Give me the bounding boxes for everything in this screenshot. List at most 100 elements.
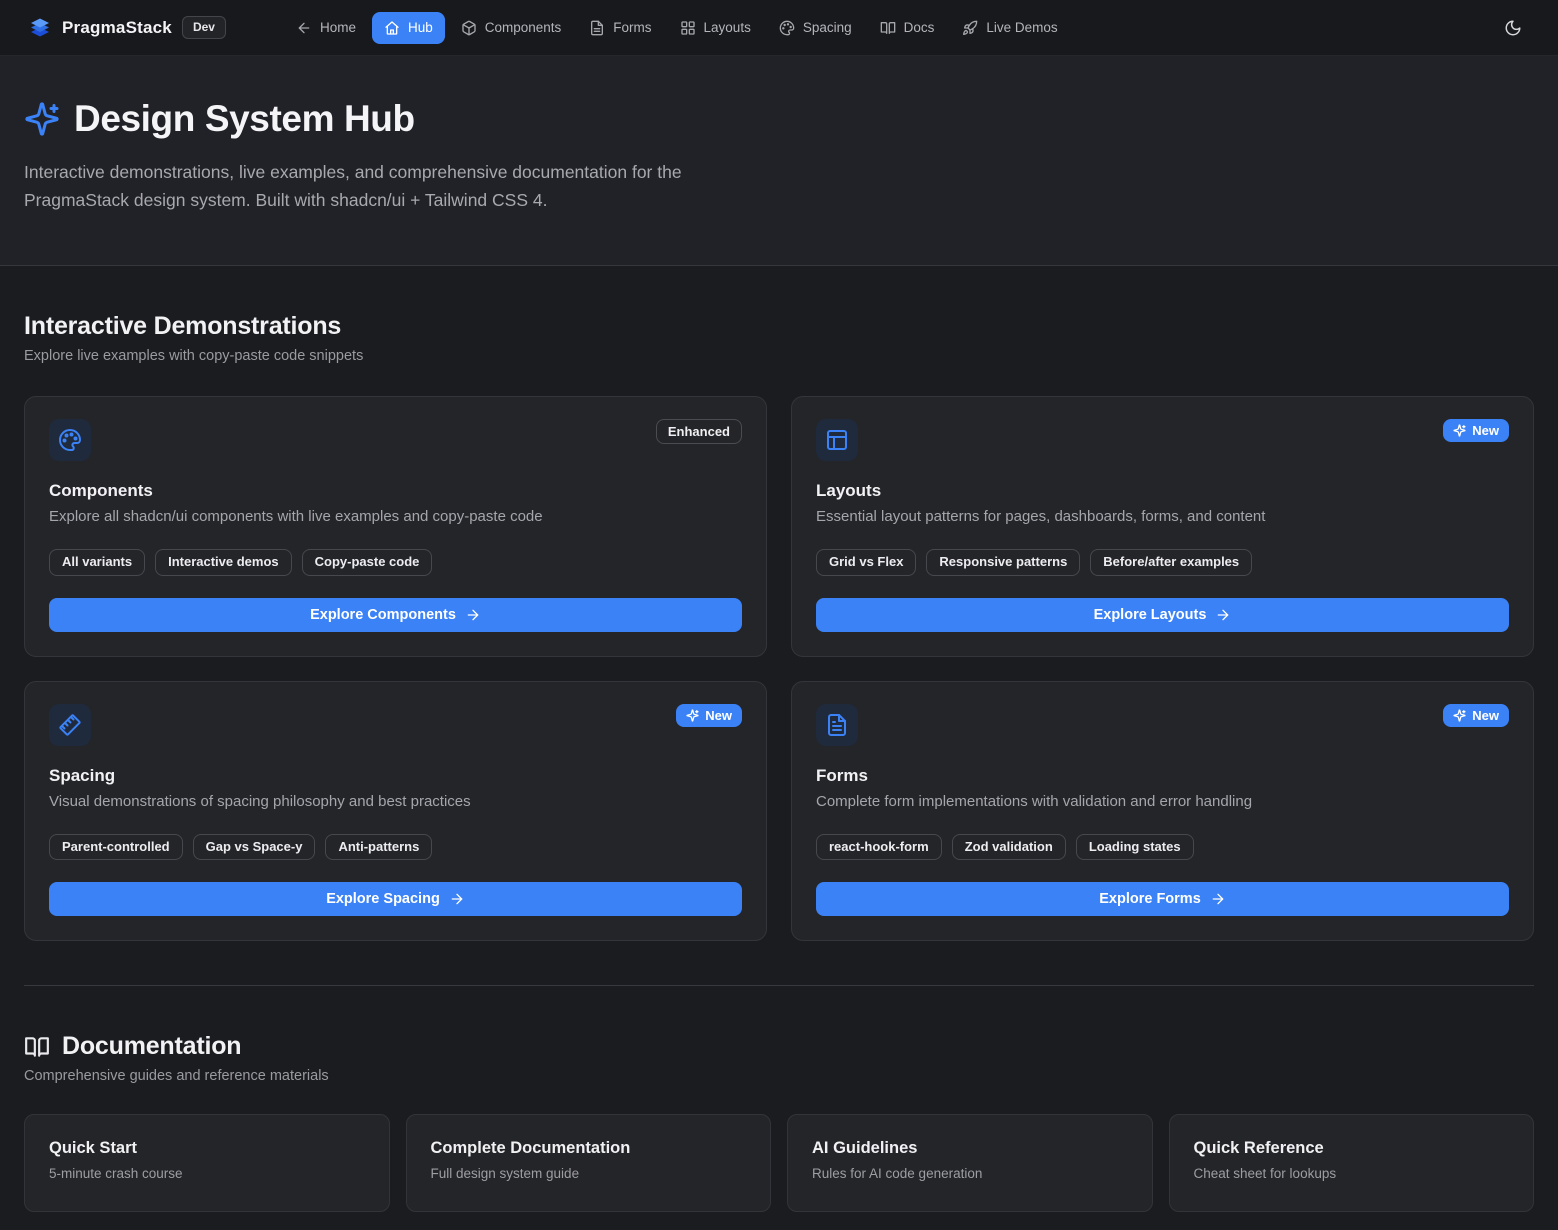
nav-item-home[interactable]: Home bbox=[284, 12, 368, 44]
doc-card-title: Complete Documentation bbox=[431, 1139, 747, 1158]
nav-label: Components bbox=[485, 20, 562, 35]
card-tags: Parent-controlled Gap vs Space-y Anti-pa… bbox=[49, 834, 742, 861]
layouts-card: New Layouts Essential layout patterns fo… bbox=[791, 396, 1534, 657]
tag: Interactive demos bbox=[155, 549, 292, 576]
nav-label: Docs bbox=[904, 20, 935, 35]
tag: Parent-controlled bbox=[49, 834, 183, 861]
docs-section-header: Documentation Comprehensive guides and r… bbox=[24, 1032, 1534, 1084]
tag: Loading states bbox=[1076, 834, 1194, 861]
nav-item-layouts[interactable]: Layouts bbox=[668, 12, 763, 44]
button-label: Explore Components bbox=[310, 607, 456, 623]
moon-icon bbox=[1504, 19, 1522, 37]
explore-spacing-button[interactable]: Explore Spacing bbox=[49, 882, 742, 916]
top-navbar: PragmaStack Dev Home Hub Components Fo bbox=[0, 0, 1558, 56]
rocket-icon bbox=[962, 20, 978, 36]
button-label: Explore Forms bbox=[1099, 891, 1201, 907]
doc-card-title: AI Guidelines bbox=[812, 1139, 1128, 1158]
card-tags: react-hook-form Zod validation Loading s… bbox=[816, 834, 1509, 861]
nav-item-components[interactable]: Components bbox=[449, 12, 574, 44]
quick-start-card[interactable]: Quick Start 5-minute crash course bbox=[24, 1114, 390, 1212]
tag: All variants bbox=[49, 549, 145, 576]
tag: Copy-paste code bbox=[302, 549, 433, 576]
quick-reference-card[interactable]: Quick Reference Cheat sheet for lookups bbox=[1169, 1114, 1535, 1212]
file-text-icon bbox=[816, 704, 858, 746]
enhanced-badge: Enhanced bbox=[656, 419, 742, 445]
card-description: Visual demonstrations of spacing philoso… bbox=[49, 793, 742, 810]
demos-section-header: Interactive Demonstrations Explore live … bbox=[24, 312, 1534, 364]
arrow-left-icon bbox=[296, 20, 312, 36]
tag: Grid vs Flex bbox=[816, 549, 916, 576]
file-text-icon bbox=[589, 20, 605, 36]
nav-item-spacing[interactable]: Spacing bbox=[767, 12, 864, 44]
tag: Responsive patterns bbox=[926, 549, 1080, 576]
spacing-card: New Spacing Visual demonstrations of spa… bbox=[24, 681, 767, 942]
nav-item-hub[interactable]: Hub bbox=[372, 12, 445, 44]
palette-icon bbox=[49, 419, 91, 461]
section-divider bbox=[24, 985, 1534, 986]
nav-item-docs[interactable]: Docs bbox=[868, 12, 947, 44]
demo-card-grid: Enhanced Components Explore all shadcn/u… bbox=[24, 396, 1534, 942]
nav-item-live-demos[interactable]: Live Demos bbox=[950, 12, 1069, 44]
card-title: Layouts bbox=[816, 481, 1509, 501]
docs-subheading: Comprehensive guides and reference mater… bbox=[24, 1068, 1534, 1084]
main-content: Interactive Demonstrations Explore live … bbox=[0, 312, 1558, 942]
nav-label: Hub bbox=[408, 20, 433, 35]
layout-panel-icon bbox=[816, 419, 858, 461]
new-badge: New bbox=[1443, 419, 1509, 443]
nav-label: Spacing bbox=[803, 20, 852, 35]
house-icon bbox=[384, 20, 400, 36]
sparkles-icon bbox=[686, 709, 699, 722]
demos-subheading: Explore live examples with copy-paste co… bbox=[24, 348, 1534, 364]
sparkles-icon bbox=[1453, 709, 1466, 722]
page-title: Design System Hub bbox=[74, 98, 415, 140]
docs-heading: Documentation bbox=[62, 1032, 241, 1061]
nav-label: Home bbox=[320, 20, 356, 35]
components-card: Enhanced Components Explore all shadcn/u… bbox=[24, 396, 767, 657]
card-description: Essential layout patterns for pages, das… bbox=[816, 508, 1509, 525]
doc-card-title: Quick Reference bbox=[1194, 1139, 1510, 1158]
layers-logo-icon bbox=[28, 16, 52, 40]
button-label: Explore Layouts bbox=[1094, 607, 1207, 623]
badge-label: New bbox=[1472, 423, 1499, 439]
explore-layouts-button[interactable]: Explore Layouts bbox=[816, 598, 1509, 632]
doc-card-description: Rules for AI code generation bbox=[812, 1166, 1128, 1181]
card-description: Explore all shadcn/ui components with li… bbox=[49, 508, 742, 525]
theme-toggle-button[interactable] bbox=[1496, 11, 1530, 45]
arrow-right-icon bbox=[465, 607, 481, 623]
card-title: Spacing bbox=[49, 766, 742, 786]
arrow-right-icon bbox=[1215, 607, 1231, 623]
palette-icon bbox=[779, 20, 795, 36]
card-title: Components bbox=[49, 481, 742, 501]
ai-guidelines-card[interactable]: AI Guidelines Rules for AI code generati… bbox=[787, 1114, 1153, 1212]
nav-item-forms[interactable]: Forms bbox=[577, 12, 663, 44]
arrow-right-icon bbox=[1210, 891, 1226, 907]
documentation-section: Documentation Comprehensive guides and r… bbox=[0, 1032, 1558, 1230]
doc-card-description: Full design system guide bbox=[431, 1166, 747, 1181]
tag: Before/after examples bbox=[1090, 549, 1252, 576]
complete-documentation-card[interactable]: Complete Documentation Full design syste… bbox=[406, 1114, 772, 1212]
brand[interactable]: PragmaStack Dev bbox=[28, 16, 226, 40]
card-tags: All variants Interactive demos Copy-past… bbox=[49, 549, 742, 576]
nav-links: Home Hub Components Forms Layouts bbox=[284, 12, 1070, 44]
tag: Gap vs Space-y bbox=[193, 834, 316, 861]
book-open-icon bbox=[880, 20, 896, 36]
doc-card-description: Cheat sheet for lookups bbox=[1194, 1166, 1510, 1181]
new-badge: New bbox=[1443, 704, 1509, 728]
doc-card-description: 5-minute crash course bbox=[49, 1166, 365, 1181]
brand-name: PragmaStack bbox=[62, 18, 172, 38]
badge-label: New bbox=[705, 708, 732, 724]
tag: react-hook-form bbox=[816, 834, 942, 861]
badge-label: New bbox=[1472, 708, 1499, 724]
book-open-icon bbox=[24, 1034, 50, 1060]
nav-label: Forms bbox=[613, 20, 651, 35]
arrow-right-icon bbox=[449, 891, 465, 907]
nav-label: Live Demos bbox=[986, 20, 1057, 35]
card-title: Forms bbox=[816, 766, 1509, 786]
sparkles-icon bbox=[1453, 424, 1466, 437]
hero-section: Design System Hub Interactive demonstrat… bbox=[0, 56, 1558, 266]
explore-components-button[interactable]: Explore Components bbox=[49, 598, 742, 632]
page-subtitle: Interactive demonstrations, live example… bbox=[24, 158, 769, 215]
demos-heading: Interactive Demonstrations bbox=[24, 312, 1534, 341]
explore-forms-button[interactable]: Explore Forms bbox=[816, 882, 1509, 916]
layout-grid-icon bbox=[680, 20, 696, 36]
